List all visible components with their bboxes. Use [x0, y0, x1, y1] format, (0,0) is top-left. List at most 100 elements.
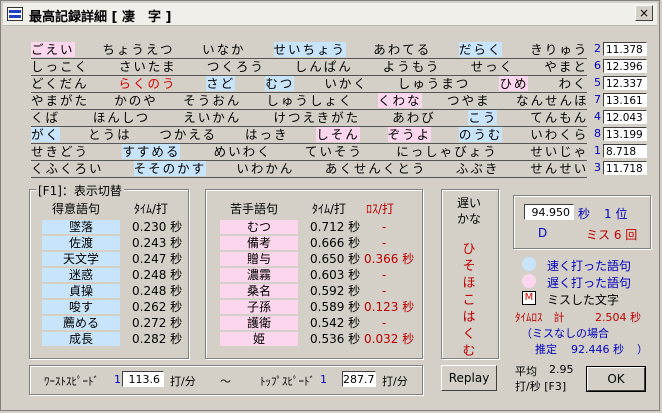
typed-word: はっき	[244, 127, 289, 142]
good-time: 0.243 秒	[132, 236, 183, 250]
slow-swatch-icon	[522, 274, 536, 288]
bad-loss: -	[382, 316, 387, 330]
bad-time: 0.589 秒	[310, 300, 361, 314]
bad-word: 備考	[220, 236, 298, 250]
typed-word: しゅうしょく	[266, 93, 354, 108]
bad-word: 姫	[220, 332, 298, 346]
miss-count: ミス 6 回	[586, 228, 638, 242]
typed-word: せんせい	[530, 161, 589, 176]
rank-value: 1 位	[604, 207, 628, 221]
slow-kana-char: む	[462, 344, 476, 359]
row-number: 7	[594, 93, 601, 106]
word-row: くふくろい そそのかす いわかん あくせんくとう ふぶき せんせい	[31, 160, 587, 178]
top-speed-rownum: 1	[320, 373, 327, 386]
ok-button[interactable]: OK	[586, 366, 646, 392]
worst-speed-rownum: 1	[114, 373, 121, 386]
row-time: 11.378	[603, 42, 647, 56]
good-time: 0.282 秒	[132, 332, 183, 346]
good-time: 0.230 秒	[132, 220, 183, 234]
word-row: しっこく さいたま つくろう しんぱん ようもう せっく やまと	[31, 58, 587, 76]
typed-word: こう	[468, 110, 498, 125]
bad-time: 0.592 秒	[310, 284, 361, 298]
worst-speed-value: 113.6	[122, 371, 164, 387]
typed-word: そうおん	[183, 93, 242, 108]
typed-word: せいじゃ	[530, 144, 589, 159]
replay-button[interactable]: Replay	[441, 365, 497, 391]
good-word: 唆す	[42, 300, 120, 314]
estimate-value: 92.446 秒	[571, 343, 624, 356]
grade-value: D	[538, 226, 548, 240]
word-row: くば ほんしつ えいかん けつえきがた あわび こう てんもん	[31, 109, 587, 127]
typed-word: くわな	[378, 93, 422, 108]
typed-word: なんせんほ	[516, 93, 589, 108]
typed-word: とうは	[88, 127, 132, 142]
bad-word: むつ	[220, 220, 298, 234]
legend-miss: ミスした文字	[547, 293, 620, 307]
typed-word: くば	[31, 110, 61, 125]
typed-word: いわかん	[236, 161, 295, 176]
good-word: 薦める	[42, 316, 120, 330]
slow-kana-label: 遅い かな	[442, 195, 496, 227]
good-word: 貞操	[42, 284, 120, 298]
speed-range-tilde: ～	[220, 375, 231, 388]
typed-word: さど	[206, 76, 236, 91]
worst-speed-unit: 打/分	[170, 375, 196, 388]
typed-word: さいたま	[118, 59, 177, 74]
word-row: せきどう すすめる めいわく ていそう にっしゃびょう せいじゃ	[31, 143, 587, 161]
bad-word: 護衛	[220, 316, 298, 330]
row-time: 13.199	[603, 127, 647, 141]
typed-word: がく	[31, 127, 61, 142]
bad-time: 0.666 秒	[310, 236, 361, 250]
typed-word: いわくら	[530, 127, 589, 142]
average-unit: 打/秒 [F3]	[515, 380, 567, 393]
word-row: どくだん らくのう さど むつ いかく しゅうまつ ひめ わく	[31, 75, 587, 93]
typed-word: しんぱん	[294, 59, 353, 74]
row-time: 11.718	[603, 161, 647, 175]
typed-word: せいちょう	[273, 42, 347, 57]
window-title: 最高記録詳細 [ 凄 字 ]	[29, 10, 172, 25]
row-number: 5	[594, 76, 601, 89]
app-icon	[7, 7, 23, 21]
typed-word: そそのかす	[133, 161, 207, 176]
typed-word: つくろう	[206, 59, 265, 74]
good-time: 0.262 秒	[132, 300, 183, 314]
bad-loss: 0.123 秒	[364, 300, 415, 314]
bad-time: 0.603 秒	[310, 268, 361, 282]
typed-word: くふくろい	[31, 161, 104, 176]
bad-word: 桑名	[220, 284, 298, 298]
bad-loss: -	[382, 220, 387, 234]
display-toggle-label[interactable]: [F1]：表示切替	[36, 182, 124, 199]
row-time: 8.718	[603, 144, 647, 158]
typed-word: ていそう	[304, 144, 363, 159]
good-words-group: [F1]：表示切替 得意語句 ﾀｲﾑ/打 墜落 0.230 秒佐渡 0.243 秒天…	[29, 182, 189, 359]
word-row: ごえい ちょうえつ いなか せいちょう あわてる だらく きりゅう	[31, 41, 587, 59]
close-button[interactable]: ×	[635, 5, 653, 21]
typed-word: すすめる	[122, 144, 181, 159]
bad-time: 0.712 秒	[310, 220, 361, 234]
no-miss-note: （ミスなしの場合	[521, 327, 609, 340]
bad-time: 0.536 秒	[310, 332, 361, 346]
bad-time-header: ﾀｲﾑ/打	[312, 202, 347, 216]
legend-slow: 遅く打った語句	[547, 276, 632, 290]
top-speed-value: 287.7	[342, 371, 376, 387]
row-number: 6	[594, 59, 601, 72]
bad-word: 贈与	[220, 252, 298, 266]
total-time-value: 94.950	[524, 204, 574, 220]
slow-kana-group: 遅い かな ひそほこはくむ	[441, 189, 499, 359]
average-label: 平均	[515, 365, 537, 378]
top-speed-unit: 打/分	[382, 375, 408, 388]
typed-word: どくだん	[31, 76, 89, 91]
typed-word: きりゅう	[530, 42, 589, 57]
typed-words-panel: ごえい ちょうえつ いなか せいちょう あわてる だらく きりゅう しっこく さいたま つくろうし…	[31, 41, 589, 178]
typed-word: しっこく	[31, 59, 90, 74]
good-time: 0.248 秒	[132, 284, 183, 298]
good-time: 0.247 秒	[132, 252, 183, 266]
row-number: 2	[594, 42, 601, 55]
typed-word: のうむ	[458, 127, 503, 142]
row-number: 3	[594, 161, 601, 174]
bad-loss: -	[382, 236, 387, 250]
typed-word: あわび	[392, 110, 436, 125]
typed-word: あわてる	[373, 42, 432, 57]
bad-words-group: 苦手語句 ﾀｲﾑ/打 ﾛｽ/打 むつ 0.712 秒 - 備考 0.666 秒 - 贈与 0.…	[205, 189, 423, 359]
typed-word: やまがた	[31, 93, 90, 108]
